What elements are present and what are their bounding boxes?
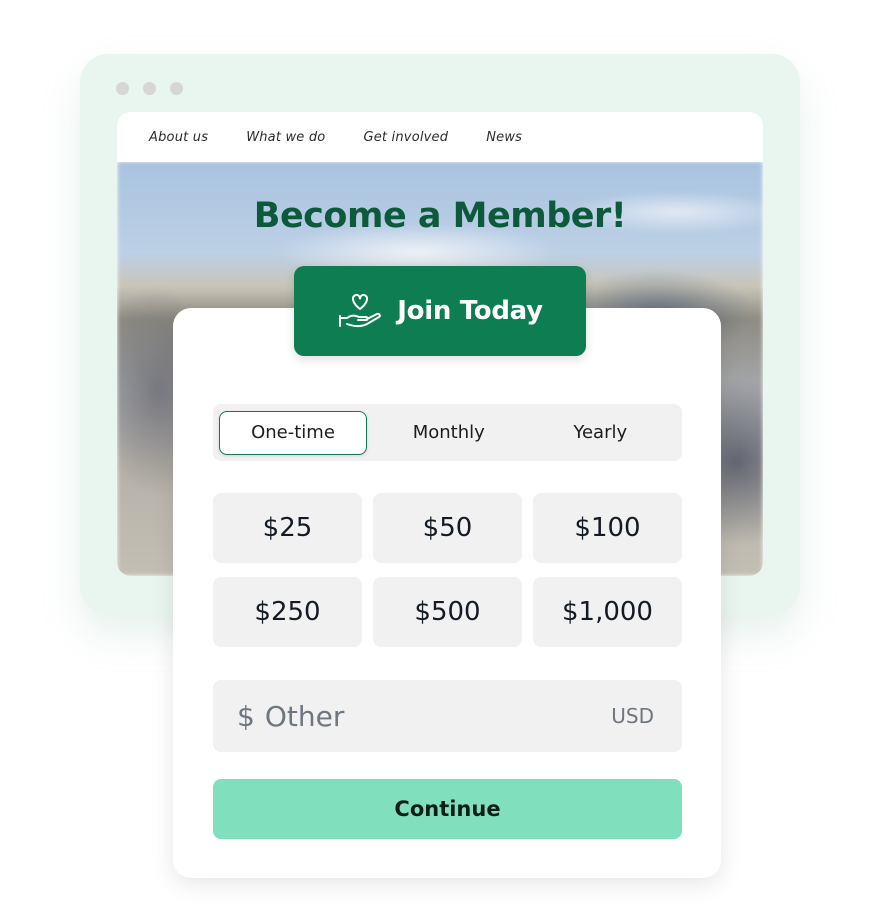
window-controls — [116, 82, 183, 95]
amount-button-25[interactable]: $25 — [213, 493, 362, 563]
amount-grid: $25 $50 $100 $250 $500 $1,000 — [213, 493, 682, 647]
join-today-label: Join Today — [397, 296, 543, 326]
window-dot-icon — [143, 82, 156, 95]
currency-label: USD — [611, 704, 654, 728]
frequency-selector: One-time Monthly Yearly — [213, 404, 682, 461]
nav-link-what-we-do[interactable]: What we do — [246, 130, 325, 145]
frequency-tab-yearly[interactable]: Yearly — [525, 411, 677, 455]
amount-button-1000[interactable]: $1,000 — [533, 577, 682, 647]
other-amount-input[interactable] — [264, 699, 612, 733]
amount-button-50[interactable]: $50 — [373, 493, 522, 563]
frequency-tab-one-time[interactable]: One-time — [219, 410, 367, 455]
other-amount-field[interactable]: $ USD — [213, 680, 682, 752]
dollar-sign-label: $ — [237, 699, 255, 733]
donation-card: One-time Monthly Yearly $25 $50 $100 $25… — [173, 308, 721, 878]
window-dot-icon — [116, 82, 129, 95]
amount-button-500[interactable]: $500 — [373, 577, 522, 647]
nav-link-get-involved[interactable]: Get involved — [363, 130, 448, 145]
hero-title: Become a Member! — [253, 196, 627, 236]
page: About us What we do Get involved News Be… — [0, 0, 880, 904]
heart-hand-icon — [339, 293, 382, 328]
amount-button-100[interactable]: $100 — [533, 493, 682, 563]
nav-link-news[interactable]: News — [486, 130, 522, 145]
window-dot-icon — [170, 82, 183, 95]
join-today-button[interactable]: Join Today — [294, 266, 586, 356]
frequency-tab-monthly[interactable]: Monthly — [373, 411, 525, 455]
amount-button-250[interactable]: $250 — [213, 577, 362, 647]
site-nav: About us What we do Get involved News — [117, 112, 763, 162]
nav-link-about-us[interactable]: About us — [149, 130, 208, 145]
continue-button[interactable]: Continue — [213, 779, 682, 839]
